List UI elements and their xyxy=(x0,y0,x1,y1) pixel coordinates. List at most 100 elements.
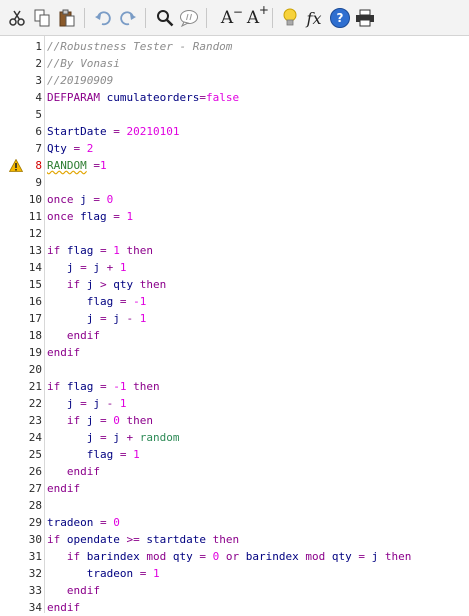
code-text: Qty = 2 xyxy=(47,142,94,155)
code-line[interactable]: 5 xyxy=(0,106,469,123)
code-line[interactable]: 31 if barindex mod qty = 0 or barindex m… xyxy=(0,548,469,565)
decrease-font-button[interactable]: A − xyxy=(214,5,243,29)
increase-font-button[interactable]: A + xyxy=(240,3,269,29)
code-line[interactable]: 10 once j = 0 xyxy=(0,191,469,208)
code-line[interactable]: 14 j = j + 1 xyxy=(0,259,469,276)
code-line[interactable]: 34 endif xyxy=(0,599,469,616)
code-line[interactable]: 27 endif xyxy=(0,480,469,497)
line-number: 1 xyxy=(35,40,42,53)
code-text: once flag = 1 xyxy=(47,210,134,223)
toolbar-separator xyxy=(84,8,85,28)
line-number: 29 xyxy=(28,516,42,529)
paste-icon xyxy=(59,9,75,27)
comment-text: //By Vonasi xyxy=(47,57,120,70)
code-line[interactable]: 32 tradeon = 1 xyxy=(0,565,469,582)
code-line[interactable]: 28 xyxy=(0,497,469,514)
line-number: 34 xyxy=(28,601,42,614)
line-number: 20 xyxy=(28,363,42,376)
line-number: 12 xyxy=(28,227,42,240)
code-line[interactable]: 25 flag = 1 xyxy=(0,446,469,463)
print-button[interactable] xyxy=(354,7,376,29)
line-number: 6 xyxy=(35,125,42,138)
font-decrease-icon: A − xyxy=(220,5,243,28)
fx-icon: fx xyxy=(306,8,322,28)
code-line[interactable]: 1 //Robustness Tester - Random xyxy=(0,38,469,55)
code-text: if j = 0 then xyxy=(66,414,153,427)
code-line[interactable]: 20 xyxy=(0,361,469,378)
code-text: flag = 1 xyxy=(86,448,140,461)
code-text: flag = -1 xyxy=(86,295,147,308)
line-number: 10 xyxy=(28,193,42,206)
line-number: 26 xyxy=(28,465,42,478)
code-text: endif xyxy=(66,584,100,597)
code-text: j = j - 1 xyxy=(86,312,147,325)
code-line[interactable]: 24 j = j + random xyxy=(0,429,469,446)
copy-button[interactable] xyxy=(31,7,53,29)
find-button[interactable] xyxy=(154,7,176,29)
function-button[interactable]: fx xyxy=(303,7,325,29)
code-line[interactable]: 12 xyxy=(0,225,469,242)
code-text: endif xyxy=(47,482,81,495)
code-line[interactable]: 21 if flag = -1 then xyxy=(0,378,469,395)
code-line[interactable]: 9 xyxy=(0,174,469,191)
line-number: 15 xyxy=(28,278,42,291)
line-number: 17 xyxy=(28,312,42,325)
code-line[interactable]: 16 flag = -1 xyxy=(0,293,469,310)
undo-button[interactable] xyxy=(92,7,114,29)
cut-button[interactable] xyxy=(6,7,28,29)
code-line[interactable]: 3 //20190909 xyxy=(0,72,469,89)
flagged-identifier: RANDOM xyxy=(47,159,87,172)
code-line[interactable]: 13 if flag = 1 then xyxy=(0,242,469,259)
code-text: if j > qty then xyxy=(66,278,167,291)
comment-text: //20190909 xyxy=(47,74,114,87)
code-text: tradeon = 1 xyxy=(86,567,160,580)
code-line[interactable]: 7 Qty = 2 xyxy=(0,140,469,157)
line-number: 28 xyxy=(28,499,42,512)
code-line[interactable]: 18 endif xyxy=(0,327,469,344)
code-line[interactable]: 11 once flag = 1 xyxy=(0,208,469,225)
code-editor[interactable]: 1 //Robustness Tester - Random 2 //By Vonas… xyxy=(0,36,469,616)
line-number: 5 xyxy=(35,108,42,121)
line-number: 25 xyxy=(28,448,42,461)
redo-icon xyxy=(120,11,136,26)
font-increase-icon: A + xyxy=(246,3,269,28)
code-text: if barindex mod qty = 0 or barindex mod … xyxy=(66,550,412,563)
code-text: endif xyxy=(66,329,100,342)
code-line[interactable]: 22 j = j - 1 xyxy=(0,395,469,412)
scissors-icon xyxy=(9,10,25,26)
line-number: 30 xyxy=(28,533,42,546)
code-line[interactable]: 30 if opendate >= startdate then xyxy=(0,531,469,548)
code-text: RANDOM =1 xyxy=(47,159,107,172)
code-text: endif xyxy=(66,465,100,478)
hint-button[interactable] xyxy=(279,7,301,29)
code-line[interactable]: 6 StartDate = 20210101 xyxy=(0,123,469,140)
code-line[interactable]: 29 tradeon = 0 xyxy=(0,514,469,531)
help-button[interactable]: ? xyxy=(329,7,351,29)
code-line[interactable]: 26 endif xyxy=(0,463,469,480)
code-line[interactable]: 8 RANDOM =1 xyxy=(0,157,469,174)
comment-text: //Robustness Tester - Random xyxy=(47,40,233,53)
redo-button[interactable] xyxy=(117,7,139,29)
code-line[interactable]: 33 endif xyxy=(0,582,469,599)
magnifier-icon xyxy=(157,10,174,27)
help-icon: ? xyxy=(330,8,350,28)
code-line[interactable]: 19 endif xyxy=(0,344,469,361)
code-line[interactable]: 17 j = j - 1 xyxy=(0,310,469,327)
line-number: 23 xyxy=(28,414,42,427)
line-number: 27 xyxy=(28,482,42,495)
line-number: 33 xyxy=(28,584,42,597)
warning-icon[interactable] xyxy=(9,159,23,172)
code-line[interactable]: 4 DEFPARAM cumulateorders=false xyxy=(0,89,469,106)
code-line[interactable]: 2 //By Vonasi xyxy=(0,55,469,72)
code-text: endif xyxy=(47,346,81,359)
line-number: 24 xyxy=(28,431,42,444)
code-line[interactable]: 23 if j = 0 then xyxy=(0,412,469,429)
code-text: DEFPARAM cumulateorders=false xyxy=(47,91,240,104)
paste-button[interactable] xyxy=(56,7,78,29)
line-number: 14 xyxy=(28,261,42,274)
lightbulb-icon xyxy=(283,8,297,26)
comment-button[interactable] xyxy=(178,7,200,29)
code-line[interactable]: 15 if j > qty then xyxy=(0,276,469,293)
line-number: 31 xyxy=(28,550,42,563)
toolbar-separator xyxy=(272,8,273,28)
